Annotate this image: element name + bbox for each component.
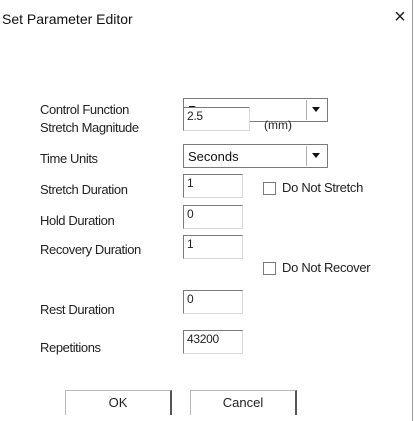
cancel-button[interactable]: Cancel xyxy=(190,390,297,415)
stretch-magnitude-input[interactable]: 2.5 xyxy=(183,107,250,131)
stretch-magnitude-unit: (mm) xyxy=(264,118,292,132)
stretch-duration-input[interactable]: 1 xyxy=(183,174,243,198)
recovery-duration-label: Recovery Duration xyxy=(40,242,141,257)
time-units-value: Seconds xyxy=(188,149,239,164)
repetitions-label: Repetitions xyxy=(40,340,101,355)
chevron-down-icon[interactable] xyxy=(306,100,326,120)
stretch-magnitude-value: 2.5 xyxy=(187,109,203,123)
close-icon[interactable]: × xyxy=(388,6,412,30)
stretch-duration-label: Stretch Duration xyxy=(40,182,128,197)
stretch-duration-value: 1 xyxy=(187,176,194,190)
window-title: Set Parameter Editor xyxy=(2,11,133,27)
do-not-stretch-checkbox[interactable] xyxy=(263,182,276,195)
rest-duration-value: 0 xyxy=(187,292,194,306)
set-parameter-editor-dialog: Set Parameter Editor × Control Function … xyxy=(0,0,413,421)
do-not-recover-label[interactable]: Do Not Recover xyxy=(282,260,371,275)
rest-duration-input[interactable]: 0 xyxy=(183,290,243,314)
recovery-duration-input[interactable]: 1 xyxy=(183,235,243,259)
do-not-recover-checkbox[interactable] xyxy=(263,262,276,275)
hold-duration-label: Hold Duration xyxy=(40,213,115,228)
control-function-label: Control Function xyxy=(40,102,129,117)
time-units-select[interactable]: Seconds xyxy=(183,144,328,168)
chevron-down-icon[interactable] xyxy=(306,146,326,166)
title-bar: Set Parameter Editor × xyxy=(0,0,412,40)
stretch-magnitude-label: Stretch Magnitude xyxy=(40,120,139,135)
time-units-label: Time Units xyxy=(40,151,98,166)
do-not-stretch-label[interactable]: Do Not Stretch xyxy=(282,180,363,195)
recovery-duration-value: 1 xyxy=(187,237,194,251)
ok-button[interactable]: OK xyxy=(65,390,172,415)
hold-duration-value: 0 xyxy=(187,207,194,221)
rest-duration-label: Rest Duration xyxy=(40,302,115,317)
hold-duration-input[interactable]: 0 xyxy=(183,205,243,229)
repetitions-value: 43200 xyxy=(187,332,219,346)
repetitions-input[interactable]: 43200 xyxy=(183,330,243,354)
